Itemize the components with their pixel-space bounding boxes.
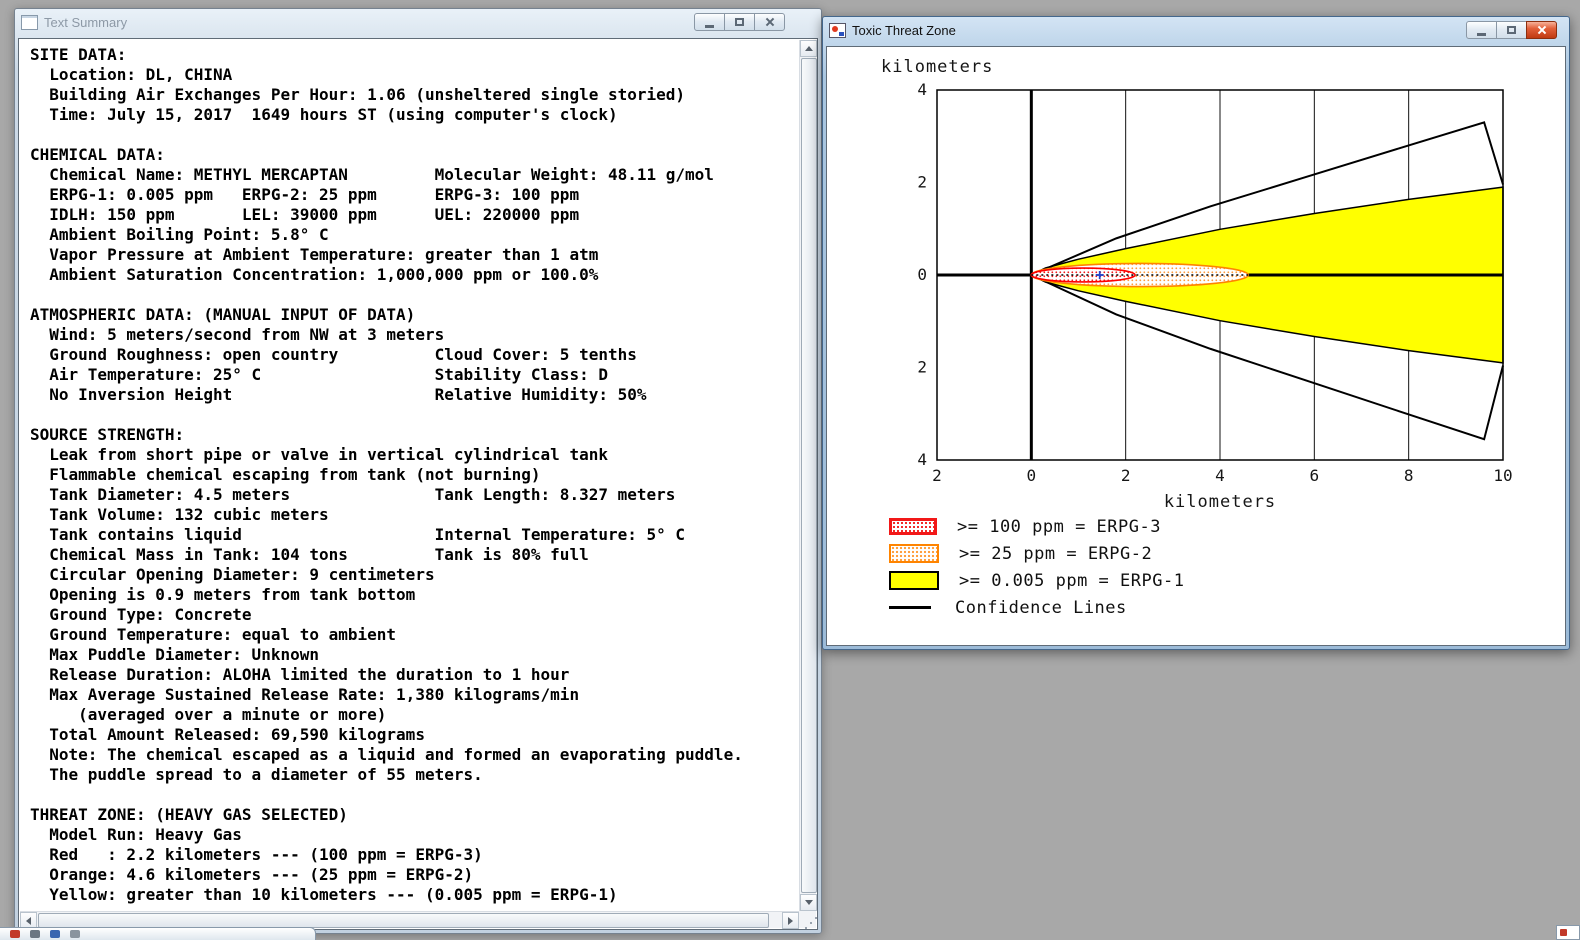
text-summary-text: SITE DATA: Location: DL, CHINA Building …: [30, 45, 743, 904]
y-tick-label: 4: [917, 80, 927, 99]
text-summary-titlebar[interactable]: Text Summary: [15, 9, 821, 35]
legend-item-orange: >= 25 ppm = ERPG-2: [889, 543, 1565, 564]
ime-settings-icon: [70, 930, 80, 938]
arrow-right-icon: [788, 916, 797, 925]
minimize-button[interactable]: [1466, 21, 1497, 39]
horizontal-scrollbar[interactable]: [20, 911, 799, 929]
resize-grip[interactable]: [799, 911, 816, 928]
legend-label-orange: >= 25 ppm = ERPG-2: [959, 543, 1153, 564]
x-tick-label: 2: [932, 466, 942, 485]
legend-label-yellow: >= 0.005 ppm = ERPG-1: [959, 570, 1185, 591]
maximize-icon: [1507, 26, 1516, 34]
window-controls: [1466, 21, 1557, 39]
x-axis-title: kilometers: [1164, 492, 1276, 512]
document-icon: [21, 14, 38, 30]
arrow-up-icon: [804, 42, 813, 51]
vertical-scrollbar[interactable]: [799, 40, 817, 911]
x-tick-label: 4: [1215, 466, 1225, 485]
minimize-icon: [1477, 32, 1486, 36]
text-summary-body: SITE DATA: Location: DL, CHINA Building …: [18, 38, 818, 930]
resize-grip-icon: [810, 922, 812, 924]
x-tick-label: 8: [1404, 466, 1414, 485]
close-button[interactable]: [1526, 21, 1557, 39]
y-axis-title: kilometers: [881, 57, 993, 77]
x-tick-label: 6: [1310, 466, 1320, 485]
toxic-threat-zone-titlebar[interactable]: Toxic Threat Zone: [823, 17, 1569, 43]
threat-zone-app-icon: [829, 22, 846, 38]
toxic-threat-zone-window: Toxic Threat Zone 2 0 2 4 6 8 10 4 2 0 2 4 kilometer…: [822, 16, 1570, 650]
ime-keyboard-icon: [50, 930, 60, 938]
y-tick-label: 4: [917, 450, 927, 469]
toxic-threat-zone-body: 2 0 2 4 6 8 10 4 2 0 2 4 kilometers kilometers >= 100…: [826, 46, 1566, 646]
legend-swatch-red-icon: [889, 518, 937, 535]
legend-item-red: >= 100 ppm = ERPG-3: [889, 516, 1565, 537]
scroll-up-button[interactable]: [800, 40, 817, 57]
x-tick-label: 2: [1121, 466, 1131, 485]
text-summary-scroll-area: SITE DATA: Location: DL, CHINA Building …: [20, 40, 799, 911]
maximize-button[interactable]: [1496, 21, 1527, 39]
ime-toolbar[interactable]: [0, 927, 316, 940]
x-tick-label: 0: [1027, 466, 1037, 485]
maximize-icon: [735, 18, 744, 26]
threat-legend: >= 100 ppm = ERPG-3 >= 25 ppm = ERPG-2 >= …: [889, 516, 1565, 618]
tray-fragment[interactable]: [1556, 925, 1580, 940]
legend-swatch-yellow-icon: [889, 571, 939, 590]
desktop: { "desktop": { "background": "#a8a8a8" }…: [0, 0, 1580, 940]
legend-swatch-orange-icon: [889, 544, 939, 563]
legend-item-yellow: >= 0.005 ppm = ERPG-1: [889, 570, 1565, 591]
minimize-icon: [705, 24, 714, 28]
y-tick-label: 0: [917, 265, 927, 284]
maximize-button[interactable]: [724, 13, 755, 31]
scroll-down-button[interactable]: [800, 894, 817, 911]
minimize-button[interactable]: [694, 13, 725, 31]
close-icon: [1537, 25, 1547, 35]
x-tick-label: 10: [1493, 466, 1512, 485]
close-icon: [765, 17, 775, 27]
threat-zone-plot: 2 0 2 4 6 8 1042024kilometerskilometers: [881, 57, 1513, 512]
text-summary-window: Text Summary SITE DATA: Location: DL, CH…: [14, 8, 822, 934]
legend-item-confidence: Confidence Lines: [889, 597, 1565, 618]
ime-icon: [10, 930, 20, 938]
scroll-right-button[interactable]: [782, 912, 799, 929]
close-button[interactable]: [754, 13, 785, 31]
horizontal-scroll-thumb[interactable]: [38, 913, 769, 928]
window-title: Toxic Threat Zone: [852, 22, 956, 38]
tray-icon: [1560, 929, 1567, 936]
legend-label-red: >= 100 ppm = ERPG-3: [957, 516, 1161, 537]
legend-swatch-confidence-icon: [889, 606, 931, 609]
legend-label-confidence: Confidence Lines: [955, 597, 1127, 618]
vertical-scroll-thumb[interactable]: [801, 58, 817, 893]
window-controls: [694, 13, 785, 31]
arrow-left-icon: [22, 916, 31, 925]
ime-mode-icon: [30, 930, 40, 938]
window-title: Text Summary: [44, 14, 128, 30]
arrow-down-icon: [804, 900, 813, 909]
y-tick-label: 2: [917, 173, 927, 192]
y-tick-label: 2: [917, 358, 927, 377]
